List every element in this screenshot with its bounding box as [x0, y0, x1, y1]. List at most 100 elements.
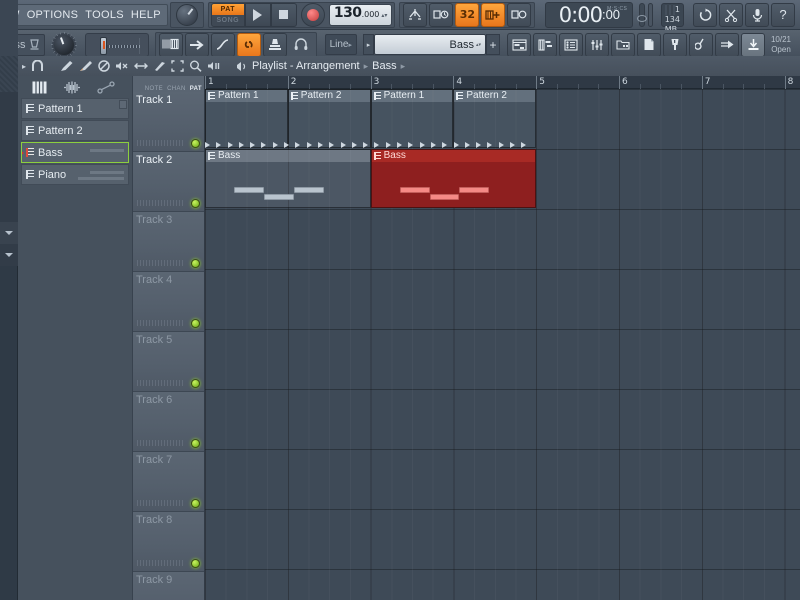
link-note-color-icon[interactable] [236, 32, 261, 57]
zoom-tool-icon[interactable] [189, 60, 202, 72]
snap-selector[interactable]: Line ▸ [324, 34, 357, 55]
playback-tool-icon[interactable] [207, 60, 221, 72]
send-to-channel-icon[interactable] [184, 32, 209, 57]
pattern-name-field[interactable]: Bass ▴▾ [374, 34, 486, 55]
channel-rack-window-icon[interactable] [559, 32, 583, 57]
paint-brush-icon[interactable] [79, 60, 93, 72]
pattern-list-item[interactable]: Piano [21, 164, 129, 185]
hint-panel [637, 2, 653, 27]
pattern-add-button[interactable]: + [486, 34, 500, 55]
pattern-spinner-icon[interactable]: ▴▾ [476, 42, 481, 48]
pattern-list-item[interactable]: Pattern 2 [21, 120, 129, 141]
track-enable-led[interactable] [191, 499, 200, 508]
pattern-add-icon[interactable] [481, 2, 506, 27]
pattern-view-tab-icon[interactable] [32, 81, 47, 94]
help-button[interactable]: ? [771, 2, 795, 27]
song-mode-label[interactable]: SONG [212, 15, 244, 26]
step-count-32-icon[interactable]: 32 [455, 2, 480, 27]
plugin-picker-icon[interactable] [663, 32, 687, 57]
snap-chevron-down-icon[interactable]: ▸ [348, 41, 352, 49]
metronome-icon[interactable] [429, 2, 454, 27]
slice-arrow-icon [476, 141, 482, 148]
slice-tool-icon[interactable] [153, 60, 166, 72]
track-enable-led[interactable] [191, 259, 200, 268]
playlist-clip[interactable]: Bass [205, 149, 371, 208]
pattern-list-item-selected[interactable]: Bass [21, 142, 129, 163]
pattern-prev-button[interactable]: ▸ [363, 34, 374, 55]
track-enable-led[interactable] [191, 139, 200, 148]
track-row[interactable]: Track 9 [133, 572, 204, 600]
time-display[interactable]: 0:00 :00 M:S:CS [545, 1, 634, 28]
playlist-window-icon[interactable] [507, 32, 531, 57]
track-row[interactable]: Track 8 [133, 512, 204, 572]
menu-bar[interactable]: W OPTIONS TOOLS HELP [2, 3, 168, 26]
channel-volume-slider[interactable] [85, 32, 149, 57]
save-download-icon[interactable] [741, 32, 765, 57]
project-bass-picker-icon[interactable] [689, 32, 713, 57]
track-enable-led[interactable] [191, 319, 200, 328]
slip-tool-icon[interactable] [134, 60, 149, 72]
pattern-preview-bar [90, 171, 124, 174]
pattern-list-scroll-nub[interactable] [119, 100, 127, 109]
wipe-tool-icon[interactable] [715, 32, 739, 57]
channel-pan-knob[interactable] [51, 31, 78, 58]
playlist-grid[interactable]: Pattern 1 Pattern 2 Pattern 1 Pattern 2 Bass… [205, 89, 800, 600]
rail-browser-area [0, 92, 18, 222]
cut-tool-icon[interactable] [719, 2, 743, 27]
new-project-icon[interactable] [637, 32, 661, 57]
delete-tool-icon[interactable] [98, 60, 110, 72]
microphone-icon[interactable] [745, 2, 769, 27]
track-enable-led[interactable] [191, 439, 200, 448]
pattern-mode-label[interactable]: PAT [211, 3, 244, 15]
play-button[interactable] [244, 2, 271, 27]
piano-roll-window-icon[interactable] [533, 32, 557, 57]
automation-clip-tab-icon[interactable] [97, 80, 115, 94]
mute-tool-icon[interactable] [115, 60, 129, 72]
track-enable-led[interactable] [191, 199, 200, 208]
slice-arrow-icon [510, 141, 516, 148]
typing-keyboard-to-piano-icon[interactable] [403, 2, 428, 27]
timeline-ruler[interactable]: 1 2 3 4 5 6 7 8 [205, 76, 800, 89]
breadcrumb-pattern[interactable]: Bass [372, 60, 396, 72]
step-sequencer-icon[interactable] [158, 32, 183, 57]
mixer-window-icon[interactable] [585, 32, 609, 57]
speaker-icon[interactable] [235, 61, 248, 72]
track-enable-led[interactable] [191, 559, 200, 568]
track-enable-led[interactable] [191, 379, 200, 388]
track-name-column: NOTE CHAN PAT Track 1 Track 2 Track 3 Track… [133, 76, 205, 600]
track-row[interactable]: Track 2 [133, 152, 204, 212]
stop-button[interactable] [270, 2, 297, 27]
track-row[interactable]: Track 1 [133, 92, 204, 152]
loop-record-toggle-icon[interactable] [693, 2, 717, 27]
playlist-menu-arrow-icon[interactable]: ▸ [22, 62, 26, 71]
draw-pencil-icon[interactable] [60, 60, 74, 72]
track-row[interactable]: Track 7 [133, 452, 204, 512]
playlist-clip[interactable]: Bass [370, 149, 537, 208]
stamp-tool-icon[interactable] [262, 32, 287, 57]
tempo-field[interactable]: 130 .000 ▴▾ [328, 3, 393, 26]
magnet-snap-icon[interactable] [31, 60, 44, 72]
slider-handle[interactable] [100, 36, 108, 55]
menu-item-tools[interactable]: TOOLS [85, 9, 124, 21]
pattern-list-item[interactable]: Pattern 1 [21, 98, 129, 119]
track-row[interactable]: Track 6 [133, 392, 204, 452]
tempo-spinner-icon[interactable]: ▴▾ [381, 12, 387, 20]
menu-item-help[interactable]: HELP [131, 9, 161, 21]
audio-clip-tab-icon[interactable] [63, 81, 81, 94]
draw-curve-tool-icon[interactable] [210, 32, 235, 57]
track-row[interactable]: Track 3 [133, 212, 204, 272]
countdown-before-recording-icon[interactable] [507, 2, 532, 27]
pattern-clip-icon [26, 148, 34, 157]
master-pitch-knob[interactable] [175, 3, 198, 26]
menu-item-options[interactable]: OPTIONS [27, 9, 79, 21]
breadcrumb-playlist[interactable]: Playlist - Arrangement [252, 60, 360, 72]
browser-window-icon[interactable] [611, 32, 635, 57]
rail-tab-b[interactable] [0, 244, 18, 266]
rail-tab-a[interactable] [0, 222, 18, 244]
pattern-song-toggle[interactable]: PAT SONG [210, 2, 245, 27]
track-row[interactable]: Track 4 [133, 272, 204, 332]
track-row[interactable]: Track 5 [133, 332, 204, 392]
select-tool-icon[interactable] [171, 60, 184, 72]
headphones-icon[interactable] [289, 33, 313, 57]
record-button[interactable] [300, 2, 325, 27]
